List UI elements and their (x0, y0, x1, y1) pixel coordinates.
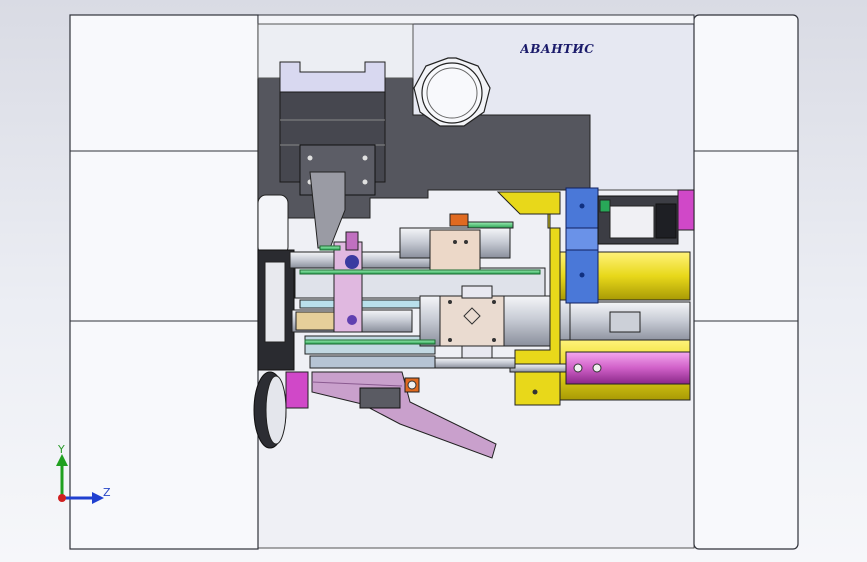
round-nut[interactable] (413, 57, 491, 127)
cad-viewport[interactable]: АВАНТИС (0, 0, 867, 562)
blue-block[interactable] (565, 187, 599, 304)
brand-label: АВАНТИС (520, 42, 595, 56)
top-frame-bar (257, 14, 695, 25)
right-frame-panel[interactable] (693, 14, 799, 550)
axis-y-label: Y (58, 443, 65, 456)
axis-z-label: Z (103, 486, 111, 499)
left-frame-panel[interactable] (69, 14, 259, 550)
